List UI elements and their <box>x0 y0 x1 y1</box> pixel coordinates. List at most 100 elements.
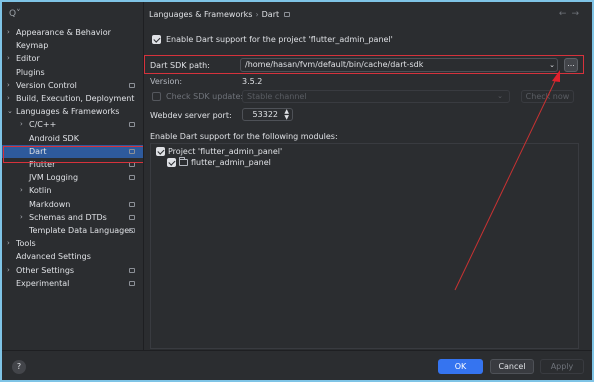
module-checkbox[interactable] <box>167 158 176 167</box>
spinner-icon[interactable]: ▲ ▼ <box>284 109 289 121</box>
sidebar-item-label: C/C++ <box>29 120 57 130</box>
sidebar-item-advanced-settings[interactable]: Advanced Settings <box>2 250 143 263</box>
sidebar-item-editor[interactable]: › Editor <box>2 52 143 65</box>
sidebar-item-label: Plugins <box>16 67 45 77</box>
sidebar-item-build-execution-deployment[interactable]: › Build, Execution, Deployment <box>2 92 143 105</box>
sidebar-item-label: Build, Execution, Deployment <box>16 94 135 103</box>
sidebar-item-android-sdk[interactable]: Android SDK <box>2 132 143 145</box>
project-scope-icon <box>129 214 135 220</box>
sidebar-item-label: Template Data Languages <box>29 226 134 235</box>
project-scope-icon <box>129 228 135 233</box>
webdev-port-label: Webdev server port: <box>150 111 232 120</box>
sdk-path-input[interactable]: /home/hasan/fvm/default/bin/cache/dart-s… <box>240 58 558 72</box>
breadcrumb-current: Dart <box>261 10 280 19</box>
sidebar-item-c-c[interactable]: › C/C++ <box>2 118 143 131</box>
sidebar-item-label: Editor <box>16 54 40 64</box>
module-project-row[interactable]: Project 'flutter_admin_panel' <box>156 147 282 156</box>
sidebar-item-tools[interactable]: › Tools <box>2 237 143 250</box>
help-button[interactable]: ? <box>12 360 26 374</box>
channel-value: Stable channel <box>247 92 307 101</box>
cancel-button[interactable]: Cancel <box>490 359 534 374</box>
annotation-highlight-dart <box>3 146 144 163</box>
channel-select[interactable]: Stable channel ⌄ <box>242 90 510 103</box>
modules-label: Enable Dart support for the following mo… <box>150 132 338 141</box>
project-checkbox[interactable] <box>156 147 165 156</box>
check-sdk-checkbox[interactable] <box>152 92 161 101</box>
sidebar-item-version-control[interactable]: › Version Control <box>2 79 143 92</box>
modules-tree: Project 'flutter_admin_panel' flutter_ad… <box>150 143 579 349</box>
chevron-down-icon[interactable]: ⌄ <box>547 59 557 71</box>
sidebar-item-label: Kotlin <box>29 186 52 196</box>
module-label: flutter_admin_panel <box>191 158 271 167</box>
sidebar-item-label: Experimental <box>16 278 70 288</box>
version-label: Version: <box>150 77 183 86</box>
module-row[interactable]: flutter_admin_panel <box>167 157 271 167</box>
check-sdk-row: Check SDK update: <box>152 92 243 101</box>
chevron-right-icon[interactable]: › <box>7 26 10 39</box>
chevron-right-icon[interactable]: › <box>20 118 23 131</box>
forward-arrow-icon[interactable]: → <box>571 9 584 19</box>
sidebar-item-label: Keymap <box>16 41 49 51</box>
breadcrumb: Languages & Frameworks › Dart <box>149 10 291 19</box>
settings-content: Languages & Frameworks › Dart ←→ Enable Da… <box>144 2 592 350</box>
project-scope-icon <box>129 175 135 181</box>
sdk-path-label: Dart SDK path: <box>150 61 210 70</box>
nav-arrows: ←→ <box>559 9 584 19</box>
dialog-footer: ? OK Cancel Apply <box>2 350 592 380</box>
folder-icon <box>179 157 188 166</box>
search-field[interactable]: Q˅ <box>7 8 141 22</box>
project-scope-icon <box>129 201 135 207</box>
sidebar-item-other-settings[interactable]: › Other Settings <box>2 264 143 277</box>
chevron-down-icon: ⌄ <box>497 92 503 100</box>
chevron-right-icon[interactable]: › <box>20 184 23 197</box>
sidebar-item-label: Markdown <box>29 199 71 209</box>
sidebar-item-label: Advanced Settings <box>16 252 91 262</box>
project-scope-icon <box>129 267 135 273</box>
settings-sidebar: Q˅ › Appearance & Behavior Keymap › Editor Pl… <box>2 2 143 350</box>
chevron-right-icon[interactable]: › <box>7 52 10 65</box>
sidebar-item-label: Version Control <box>16 80 77 90</box>
sidebar-item-template-data-languages[interactable]: Template Data Languages <box>2 224 143 237</box>
sidebar-item-label: Languages & Frameworks <box>16 107 120 117</box>
ok-button[interactable]: OK <box>438 359 483 374</box>
sidebar-item-experimental[interactable]: Experimental <box>2 277 143 290</box>
enable-dart-row[interactable]: Enable Dart support for the project 'flu… <box>152 35 393 44</box>
sidebar-item-kotlin[interactable]: › Kotlin <box>2 184 143 197</box>
webdev-port-value: 53322 <box>252 110 278 119</box>
enable-dart-label: Enable Dart support for the project 'flu… <box>166 35 393 44</box>
check-now-button[interactable]: Check now <box>521 90 574 103</box>
chevron-down-icon[interactable]: ⌄ <box>7 105 13 118</box>
chevron-right-icon[interactable]: › <box>7 264 10 277</box>
sidebar-item-label: JVM Logging <box>29 173 79 183</box>
sidebar-item-markdown[interactable]: Markdown <box>2 198 143 211</box>
check-sdk-label: Check SDK update: <box>166 92 244 101</box>
chevron-right-icon[interactable]: › <box>20 211 23 224</box>
sidebar-item-schemas-and-dtds[interactable]: › Schemas and DTDs <box>2 211 143 224</box>
sidebar-item-keymap[interactable]: Keymap <box>2 39 143 52</box>
project-label: Project 'flutter_admin_panel' <box>168 147 283 156</box>
breadcrumb-parent[interactable]: Languages & Frameworks <box>149 10 252 19</box>
project-scope-icon <box>129 82 135 88</box>
browse-button[interactable]: ... <box>564 58 578 72</box>
sidebar-item-label: Android SDK <box>29 133 79 143</box>
project-scope-icon <box>129 122 135 128</box>
sidebar-item-jvm-logging[interactable]: JVM Logging <box>2 171 143 184</box>
chevron-right-icon[interactable]: › <box>7 237 10 250</box>
sidebar-item-plugins[interactable]: Plugins <box>2 66 143 79</box>
version-value: 3.5.2 <box>242 77 263 86</box>
sidebar-item-label: Appearance & Behavior <box>16 28 111 37</box>
sidebar-item-appearance-behavior[interactable]: › Appearance & Behavior <box>2 26 143 39</box>
back-arrow-icon[interactable]: ← <box>559 9 572 19</box>
webdev-port-input[interactable]: 53322 ▲ ▼ <box>242 108 293 121</box>
enable-dart-checkbox[interactable] <box>152 35 161 44</box>
project-scope-icon <box>284 12 291 17</box>
search-icon: Q˅ <box>9 9 21 19</box>
sidebar-item-label: Other Settings <box>16 265 75 275</box>
chevron-right-icon[interactable]: › <box>7 92 10 105</box>
project-scope-icon <box>129 280 135 286</box>
chevron-right-icon[interactable]: › <box>7 79 10 92</box>
sidebar-item-languages-frameworks[interactable]: ⌄ Languages & Frameworks <box>2 105 143 118</box>
sidebar-item-label: Tools <box>16 239 36 249</box>
apply-button[interactable]: Apply <box>540 359 584 374</box>
sidebar-item-label: Schemas and DTDs <box>29 212 107 222</box>
